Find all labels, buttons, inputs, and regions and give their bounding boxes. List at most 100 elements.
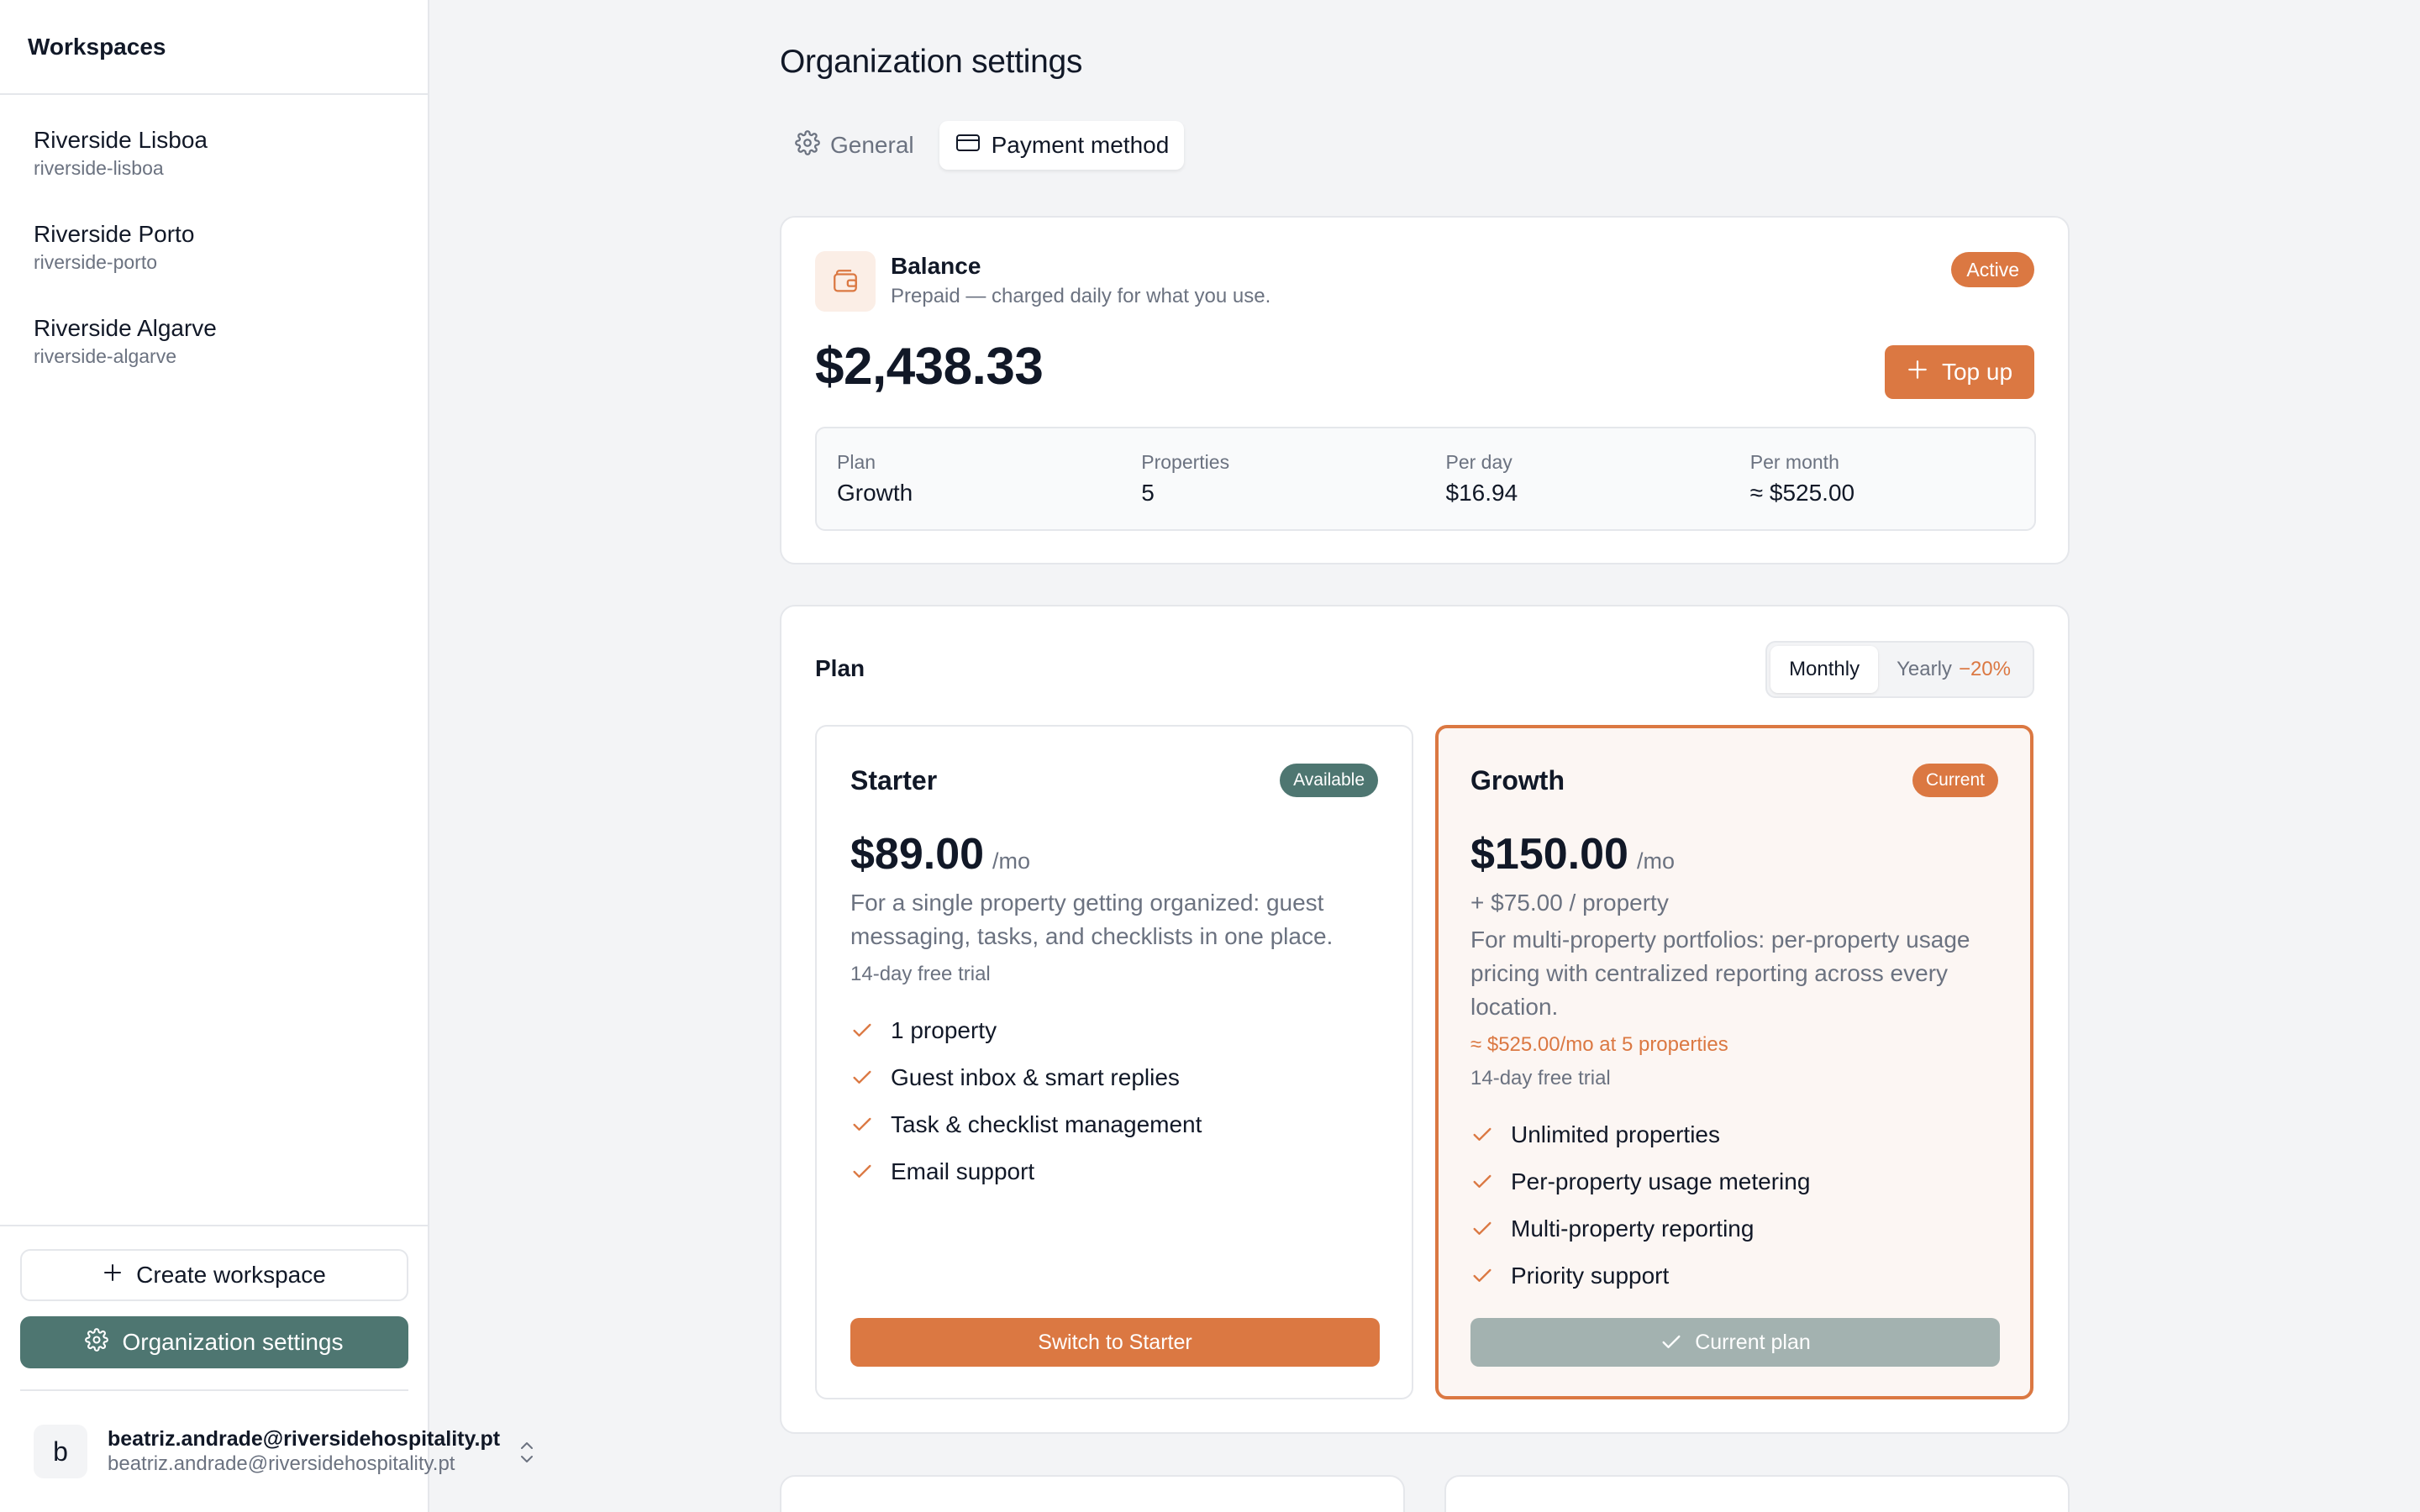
tab-label: Payment method bbox=[991, 132, 1170, 158]
workspace-item-riverside-algarve[interactable]: Riverside Algarve riverside-algarve bbox=[34, 314, 217, 368]
check-icon bbox=[1473, 1174, 1491, 1188]
workspace-item-riverside-porto[interactable]: Riverside Porto riverside-porto bbox=[34, 220, 194, 274]
list-item: Task & checklist management bbox=[850, 1101, 1202, 1148]
feature-label: Unlimited properties bbox=[1511, 1121, 1720, 1147]
tier-price: $150.00 /mo bbox=[1470, 829, 1675, 879]
list-item: Guest inbox & smart replies bbox=[850, 1054, 1202, 1101]
tier-name: Growth bbox=[1470, 765, 1565, 795]
top-up-label: Top up bbox=[1941, 359, 2013, 385]
price-amount: $150.00 bbox=[1470, 830, 1628, 879]
user-name: beatriz.andrade@riversidehospitality.pt bbox=[108, 1427, 501, 1451]
feature-label: Priority support bbox=[1511, 1263, 1670, 1289]
workspace-name: Riverside Algarve bbox=[34, 315, 217, 341]
stat-label: Plan bbox=[837, 451, 876, 473]
credit-card-icon bbox=[955, 131, 981, 160]
list-item: 1 property bbox=[850, 1007, 1202, 1054]
sidebar-header: Workspaces bbox=[0, 0, 428, 95]
check-icon bbox=[853, 1070, 871, 1084]
user-email: beatriz.andrade@riversidehospitality.pt bbox=[108, 1452, 455, 1475]
price-unit: /mo bbox=[1636, 848, 1675, 874]
tier-description: For multi-property portfolios: per-prope… bbox=[1470, 927, 1970, 1020]
tier-addon-price: + $75.00 / property bbox=[1470, 890, 1669, 916]
plan-section-title: Plan bbox=[815, 655, 865, 681]
list-item: Email support bbox=[850, 1148, 1202, 1195]
tab-payment-method[interactable]: Payment method bbox=[939, 121, 1185, 170]
settings-tabs: General Payment method bbox=[780, 121, 1185, 170]
sidebar: Workspaces Riverside Lisboa riverside-li… bbox=[0, 0, 500, 1512]
current-plan-button: Current plan bbox=[1470, 1318, 2000, 1367]
check-icon bbox=[1473, 1127, 1491, 1141]
tab-label: General bbox=[830, 132, 914, 158]
check-icon bbox=[853, 1117, 871, 1131]
balance-subtitle: Prepaid — charged daily for what you use… bbox=[891, 285, 1271, 307]
stat-value: ≈ $525.00 bbox=[1749, 480, 1855, 506]
list-item: Per-property usage metering bbox=[1470, 1158, 1810, 1205]
plus-icon bbox=[103, 1262, 123, 1289]
balance-card: Balance Prepaid — charged daily for what… bbox=[780, 216, 2070, 564]
switch-to-starter-button[interactable]: Switch to Starter bbox=[850, 1318, 1380, 1367]
tier-estimate: ≈ $525.00/mo at 5 properties bbox=[1470, 1033, 1728, 1056]
price-amount: $89.00 bbox=[850, 830, 985, 879]
tier-trial: 14-day free trial bbox=[850, 963, 991, 985]
stat-value: $16.94 bbox=[1445, 480, 1518, 506]
billing-yearly-option[interactable]: Yearly −20% bbox=[1878, 646, 2029, 693]
stat-per-day: Per day $16.94 bbox=[1426, 428, 1730, 529]
price-unit: /mo bbox=[992, 848, 1031, 874]
check-icon bbox=[1473, 1268, 1491, 1282]
balance-title: Balance bbox=[891, 253, 981, 279]
available-badge: Available bbox=[1280, 764, 1378, 797]
workspace-slug: riverside-algarve bbox=[34, 345, 177, 367]
plus-icon bbox=[1907, 359, 1928, 386]
feature-list: 1 property Guest inbox & smart replies T… bbox=[850, 1007, 1202, 1195]
plan-tier-growth: Growth Current $150.00 /mo + $75.00 / pr… bbox=[1435, 725, 2033, 1399]
list-item: Unlimited properties bbox=[1470, 1111, 1810, 1158]
check-icon bbox=[853, 1164, 871, 1178]
list-item: Multi-property reporting bbox=[1470, 1205, 1810, 1252]
stat-value: 5 bbox=[1141, 480, 1155, 506]
check-icon bbox=[1662, 1335, 1681, 1348]
avatar: b bbox=[34, 1425, 87, 1478]
tier-description: For a single property getting organized:… bbox=[850, 890, 1334, 949]
stat-value: Growth bbox=[837, 480, 913, 506]
wallet-icon bbox=[815, 251, 876, 312]
list-item: Priority support bbox=[1470, 1252, 1810, 1299]
balance-amount: $2,438.33 bbox=[815, 338, 1044, 396]
stat-properties: Properties 5 bbox=[1121, 428, 1425, 529]
current-badge: Current bbox=[1912, 764, 1998, 797]
tier-price: $89.00 /mo bbox=[850, 829, 1030, 879]
workspace-item-riverside-lisboa[interactable]: Riverside Lisboa riverside-lisboa bbox=[34, 126, 208, 180]
user-account-row[interactable]: b beatriz.andrade@riversidehospitality.p… bbox=[34, 1425, 500, 1478]
stat-label: Properties bbox=[1141, 451, 1230, 473]
current-plan-label: Current plan bbox=[1695, 1330, 1811, 1354]
lower-card-right bbox=[1444, 1475, 2070, 1512]
feature-label: 1 property bbox=[891, 1017, 997, 1043]
tab-general[interactable]: General bbox=[780, 121, 929, 170]
billing-monthly-option[interactable]: Monthly bbox=[1770, 646, 1879, 693]
chevron-up-down-icon[interactable] bbox=[516, 1438, 538, 1471]
gear-icon bbox=[795, 129, 820, 161]
organization-settings-button[interactable]: Organization settings bbox=[20, 1316, 408, 1368]
check-icon bbox=[853, 1023, 871, 1037]
stat-per-month: Per month ≈ $525.00 bbox=[1730, 428, 2034, 529]
feature-list: Unlimited properties Per-property usage … bbox=[1470, 1111, 1810, 1299]
top-up-button[interactable]: Top up bbox=[1885, 345, 2034, 399]
sidebar-divider bbox=[20, 1389, 408, 1391]
create-workspace-button[interactable]: Create workspace bbox=[20, 1249, 408, 1301]
billing-yearly-label: Yearly bbox=[1897, 658, 1952, 680]
workspace-name: Riverside Lisboa bbox=[34, 127, 208, 153]
feature-label: Per-property usage metering bbox=[1511, 1168, 1811, 1194]
tier-trial: 14-day free trial bbox=[1470, 1067, 1611, 1089]
page-title: Organization settings bbox=[780, 44, 1083, 80]
plan-card: Plan Monthly Yearly −20% Starter Availab… bbox=[780, 605, 2070, 1434]
stat-label: Per month bbox=[1749, 451, 1839, 473]
yearly-discount: −20% bbox=[1958, 658, 2011, 680]
feature-label: Task & checklist management bbox=[891, 1111, 1202, 1137]
feature-label: Guest inbox & smart replies bbox=[891, 1064, 1180, 1090]
workspace-slug: riverside-porto bbox=[34, 251, 157, 273]
gear-icon bbox=[85, 1327, 109, 1357]
organization-settings-label: Organization settings bbox=[122, 1329, 344, 1355]
billing-period-toggle: Monthly Yearly −20% bbox=[1765, 641, 2034, 698]
tier-name: Starter bbox=[850, 765, 938, 795]
stat-label: Per day bbox=[1445, 451, 1512, 473]
feature-label: Email support bbox=[891, 1158, 1035, 1184]
